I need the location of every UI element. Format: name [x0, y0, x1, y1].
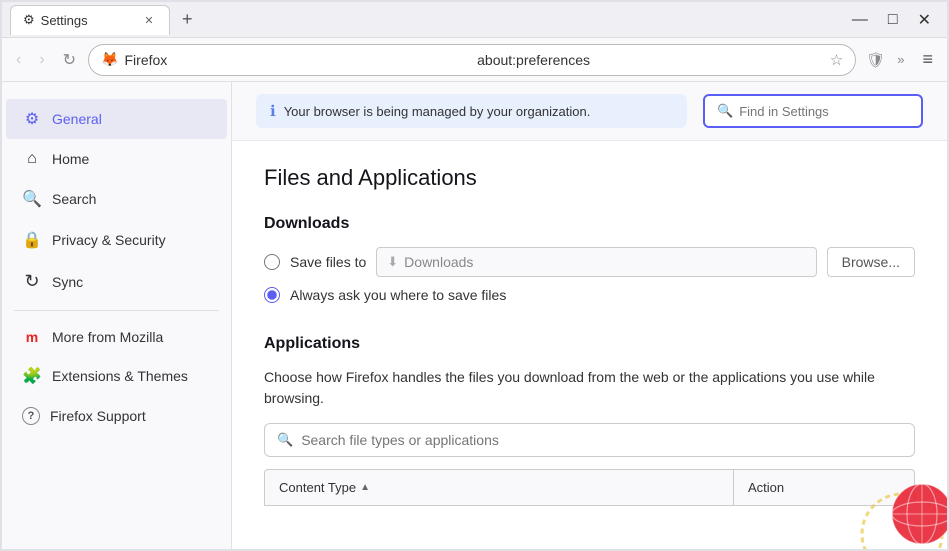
- firefox-logo-icon: 🦊: [101, 51, 118, 68]
- title-bar: ⚙ Settings ✕ + — □ ✕: [2, 2, 947, 38]
- content-type-label: Content Type: [279, 480, 356, 495]
- sidebar-item-label-general: General: [52, 111, 102, 127]
- sidebar-item-general[interactable]: ⚙ General: [6, 99, 227, 139]
- sidebar: ⚙ General ⌂ Home 🔍 Search 🔒 Privacy & Se…: [2, 82, 232, 549]
- always-ask-label: Always ask you where to save files: [290, 287, 506, 303]
- find-settings-input[interactable]: [739, 104, 909, 119]
- save-path-input[interactable]: ⬇ Downloads: [376, 247, 816, 277]
- extensions-icon: 🧩: [22, 366, 42, 386]
- sidebar-item-label-privacy: Privacy & Security: [52, 232, 166, 248]
- home-icon: ⌂: [22, 150, 42, 168]
- sync-icon: ↻: [22, 271, 42, 292]
- browser-frame: ⚙ Settings ✕ + — □ ✕ ‹ › ↻ 🦊 Firefox abo…: [0, 0, 949, 551]
- save-files-radio[interactable]: [264, 254, 280, 270]
- save-files-label: Save files to: [290, 254, 366, 270]
- sidebar-item-label-extensions: Extensions & Themes: [52, 368, 188, 384]
- info-icon: ℹ: [270, 102, 276, 120]
- main-content: ℹ Your browser is being managed by your …: [232, 82, 947, 549]
- search-icon: 🔍: [22, 189, 42, 209]
- sidebar-item-sync[interactable]: ↻ Sync: [6, 261, 227, 302]
- sidebar-item-search[interactable]: 🔍 Search: [6, 179, 227, 219]
- applications-section: Applications Choose how Firefox handles …: [264, 335, 915, 506]
- sidebar-divider: [14, 310, 219, 311]
- page-title: Files and Applications: [264, 165, 915, 191]
- applications-description: Choose how Firefox handles the files you…: [264, 367, 915, 409]
- find-search-icon: 🔍: [717, 103, 733, 119]
- menu-button[interactable]: ≡: [916, 45, 939, 74]
- sidebar-item-home[interactable]: ⌂ Home: [6, 140, 227, 178]
- sidebar-item-label-sync: Sync: [52, 274, 83, 290]
- settings-tab-title: Settings: [41, 13, 88, 28]
- always-ask-radio[interactable]: [264, 287, 280, 303]
- content-wrapper: ℹ Your browser is being managed by your …: [232, 82, 947, 549]
- managed-banner: ℹ Your browser is being managed by your …: [256, 94, 687, 128]
- sidebar-item-label-support: Firefox Support: [50, 408, 146, 424]
- minimize-button[interactable]: —: [844, 8, 876, 32]
- mozilla-icon: m: [22, 329, 42, 345]
- downloads-section: Downloads Save files to ⬇ Downloads: [264, 215, 915, 303]
- sidebar-item-label-mozilla: More from Mozilla: [52, 329, 163, 345]
- address-url: about:preferences: [477, 52, 824, 68]
- find-settings-wrap[interactable]: 🔍: [703, 94, 923, 128]
- managed-text: Your browser is being managed by your or…: [284, 104, 591, 119]
- sidebar-item-extensions[interactable]: 🧩 Extensions & Themes: [6, 356, 227, 396]
- settings-tab-icon: ⚙: [23, 12, 35, 28]
- save-files-row: Save files to ⬇ Downloads Browse...: [264, 247, 915, 277]
- back-button[interactable]: ‹: [10, 47, 27, 73]
- tab-close-button[interactable]: ✕: [141, 12, 157, 28]
- maximize-button[interactable]: □: [880, 8, 906, 32]
- general-icon: ⚙: [22, 109, 42, 129]
- content-type-header[interactable]: Content Type ▲: [265, 470, 734, 505]
- new-tab-button[interactable]: +: [174, 9, 201, 30]
- bookmark-star-button[interactable]: ☆: [830, 51, 843, 69]
- action-label: Action: [748, 480, 784, 495]
- nav-bar: ‹ › ↻ 🦊 Firefox about:preferences ☆ 🛡 » …: [2, 38, 947, 82]
- search-apps-wrap[interactable]: 🔍: [264, 423, 915, 457]
- support-icon: ?: [22, 407, 40, 425]
- action-header[interactable]: Action: [734, 470, 914, 505]
- window-controls: — □ ✕: [844, 8, 939, 32]
- reload-button[interactable]: ↻: [57, 46, 82, 74]
- settings-tab[interactable]: ⚙ Settings ✕: [10, 5, 170, 35]
- sidebar-item-label-search: Search: [52, 191, 96, 207]
- address-bar[interactable]: 🦊 Firefox about:preferences ☆: [88, 44, 856, 76]
- download-folder-icon: ⬇: [387, 254, 398, 270]
- privacy-icon: 🔒: [22, 230, 42, 250]
- sidebar-item-privacy[interactable]: 🔒 Privacy & Security: [6, 220, 227, 260]
- close-button[interactable]: ✕: [910, 8, 939, 32]
- table-header: Content Type ▲ Action: [264, 469, 915, 506]
- save-files-radio-row: Save files to: [264, 254, 366, 270]
- search-apps-input[interactable]: [301, 432, 902, 448]
- downloads-title: Downloads: [264, 215, 915, 233]
- search-apps-icon: 🔍: [277, 432, 293, 448]
- applications-title: Applications: [264, 335, 915, 353]
- settings-body: Files and Applications Downloads Save fi…: [232, 141, 947, 530]
- content-area: ⚙ General ⌂ Home 🔍 Search 🔒 Privacy & Se…: [2, 82, 947, 549]
- expand-button[interactable]: »: [891, 48, 910, 71]
- browse-button[interactable]: Browse...: [827, 247, 915, 277]
- sidebar-item-support[interactable]: ? Firefox Support: [6, 397, 227, 435]
- shield-button[interactable]: 🛡: [866, 51, 885, 69]
- forward-button[interactable]: ›: [33, 47, 50, 73]
- save-path-text: Downloads: [404, 254, 473, 270]
- banner-row: ℹ Your browser is being managed by your …: [232, 82, 947, 141]
- sort-icon: ▲: [360, 482, 370, 493]
- always-ask-row: Always ask you where to save files: [264, 287, 915, 303]
- sidebar-item-label-home: Home: [52, 151, 89, 167]
- sidebar-item-mozilla[interactable]: m More from Mozilla: [6, 319, 227, 355]
- site-name: Firefox: [125, 52, 472, 68]
